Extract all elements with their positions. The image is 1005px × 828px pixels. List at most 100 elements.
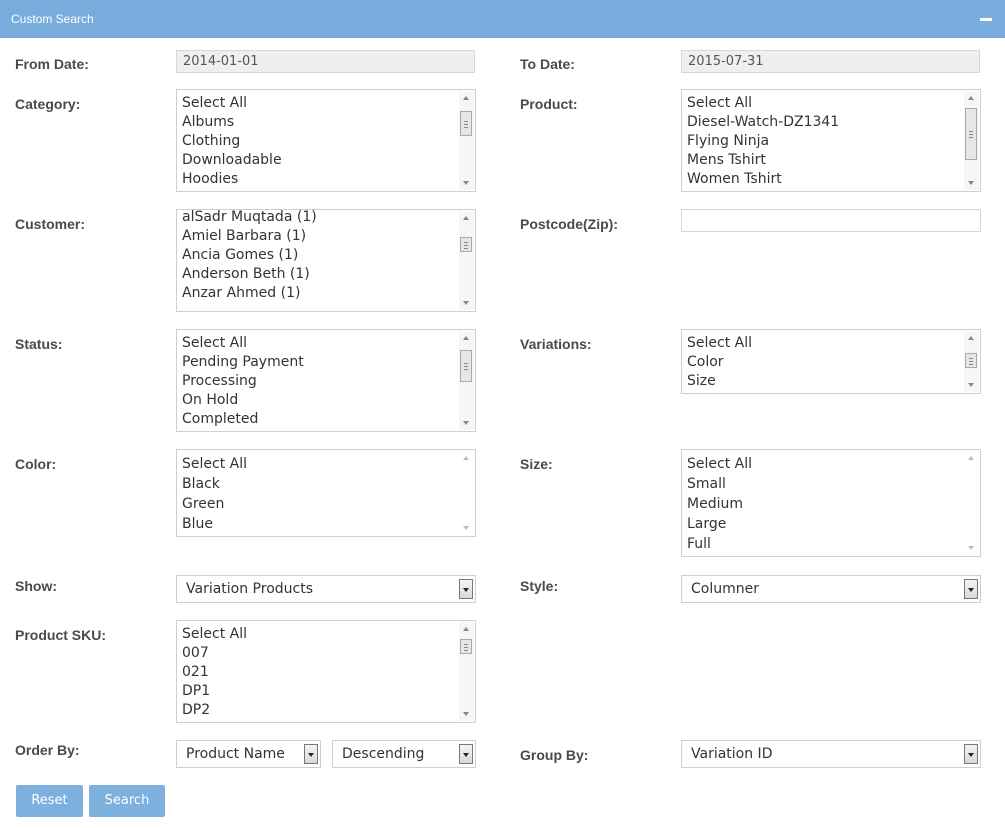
product-sku-listbox[interactable]: Select All 007 021 DP1 DP2 xyxy=(176,620,476,723)
from-date-input[interactable]: 2014-01-01 xyxy=(176,50,475,73)
list-item[interactable]: Albums xyxy=(182,113,457,132)
list-item[interactable]: DP2 xyxy=(182,701,457,720)
list-item[interactable]: Select All xyxy=(182,94,457,113)
group-by-select-value: Variation ID xyxy=(691,746,773,762)
scroll-up-icon[interactable] xyxy=(463,216,469,220)
dropdown-arrow-icon[interactable] xyxy=(304,744,318,764)
list-item[interactable]: Flying Ninja xyxy=(687,132,962,151)
scroll-up-icon[interactable] xyxy=(463,627,469,631)
list-item[interactable]: 007 xyxy=(182,644,457,663)
list-item[interactable]: Select All xyxy=(182,625,457,644)
show-select[interactable]: Variation Products xyxy=(176,575,476,603)
category-label: Category: xyxy=(15,96,81,112)
list-item[interactable]: Small xyxy=(687,474,962,494)
scrollbar[interactable] xyxy=(459,331,474,430)
dropdown-arrow-icon[interactable] xyxy=(964,744,978,764)
reset-button[interactable]: Reset xyxy=(16,785,83,817)
scroll-down-icon[interactable] xyxy=(968,546,974,550)
list-item[interactable]: Size xyxy=(687,372,962,391)
scrollbar[interactable] xyxy=(459,91,474,190)
scrollbar[interactable] xyxy=(964,331,979,392)
list-item[interactable]: Downloadable xyxy=(182,151,457,170)
list-item[interactable]: Hoodies xyxy=(182,170,457,189)
list-item[interactable]: Diesel-Watch-DZ1341 xyxy=(687,113,962,132)
list-item[interactable]: Anzar Ahmed (1) xyxy=(182,284,457,303)
postcode-input[interactable] xyxy=(681,209,981,232)
order-by-field-select[interactable]: Product Name xyxy=(176,740,321,768)
dropdown-arrow-icon[interactable] xyxy=(459,744,473,764)
list-item[interactable]: Select All xyxy=(687,334,962,353)
order-by-label: Order By: xyxy=(15,742,80,758)
dropdown-arrow-icon[interactable] xyxy=(459,579,473,599)
scroll-up-icon[interactable] xyxy=(968,336,974,340)
order-by-direction-select[interactable]: Descending xyxy=(332,740,476,768)
product-listbox[interactable]: Select All Diesel-Watch-DZ1341 Flying Ni… xyxy=(681,89,981,192)
scrollbar[interactable] xyxy=(964,451,979,555)
customer-listbox[interactable]: alSadr Muqtada (1) Amiel Barbara (1) Anc… xyxy=(176,209,476,312)
scrollbar[interactable] xyxy=(964,91,979,190)
list-item[interactable]: Completed xyxy=(182,410,457,429)
scroll-thumb[interactable] xyxy=(965,108,977,160)
list-item[interactable]: Select All xyxy=(182,454,457,474)
list-item[interactable]: Color xyxy=(687,353,962,372)
list-item[interactable]: Pending Payment xyxy=(182,353,457,372)
search-button[interactable]: Search xyxy=(89,785,165,817)
order-by-field-value: Product Name xyxy=(186,746,285,762)
list-item[interactable]: Processing xyxy=(182,372,457,391)
list-item[interactable]: Select All xyxy=(687,94,962,113)
style-select[interactable]: Columner xyxy=(681,575,981,603)
list-item[interactable]: On Hold xyxy=(182,391,457,410)
panel-title: Custom Search xyxy=(11,12,94,26)
product-sku-label: Product SKU: xyxy=(15,627,106,643)
category-listbox[interactable]: Select All Albums Clothing Downloadable … xyxy=(176,89,476,192)
list-item[interactable]: Anderson Beth (1) xyxy=(182,265,457,284)
to-date-input[interactable]: 2015-07-31 xyxy=(681,50,980,73)
list-item[interactable]: Green xyxy=(182,494,457,514)
dropdown-arrow-icon[interactable] xyxy=(964,579,978,599)
scroll-up-icon[interactable] xyxy=(463,336,469,340)
list-item[interactable]: 021 xyxy=(182,663,457,682)
minimize-icon[interactable] xyxy=(980,18,992,21)
scroll-thumb[interactable] xyxy=(460,350,472,382)
variations-listbox[interactable]: Select All Color Size xyxy=(681,329,981,394)
scroll-down-icon[interactable] xyxy=(968,383,974,387)
color-listbox[interactable]: Select All Black Green Blue xyxy=(176,449,476,537)
status-listbox[interactable]: Select All Pending Payment Processing On… xyxy=(176,329,476,432)
status-label: Status: xyxy=(15,336,63,352)
scroll-down-icon[interactable] xyxy=(463,712,469,716)
list-item[interactable]: Ancia Gomes (1) xyxy=(182,246,457,265)
scroll-down-icon[interactable] xyxy=(968,181,974,185)
list-item[interactable]: Women Tshirt xyxy=(687,170,962,189)
list-item[interactable]: Blue xyxy=(182,514,457,534)
scroll-up-icon[interactable] xyxy=(968,456,974,460)
show-select-value: Variation Products xyxy=(186,581,314,597)
scroll-thumb[interactable] xyxy=(460,237,472,252)
scroll-down-icon[interactable] xyxy=(463,301,469,305)
list-item[interactable]: Amiel Barbara (1) xyxy=(182,227,457,246)
list-item[interactable]: Mens Tshirt xyxy=(687,151,962,170)
scroll-down-icon[interactable] xyxy=(463,421,469,425)
list-item[interactable]: Medium xyxy=(687,494,962,514)
list-item[interactable]: Full xyxy=(687,534,962,554)
list-item[interactable]: Black xyxy=(182,474,457,494)
scrollbar[interactable] xyxy=(459,622,474,721)
list-item[interactable]: DP1 xyxy=(182,682,457,701)
list-item[interactable]: Select All xyxy=(687,454,962,474)
scroll-down-icon[interactable] xyxy=(463,181,469,185)
scroll-up-icon[interactable] xyxy=(463,456,469,460)
group-by-select[interactable]: Variation ID xyxy=(681,740,981,768)
scrollbar[interactable] xyxy=(459,451,474,535)
scroll-thumb[interactable] xyxy=(965,353,977,368)
list-item[interactable]: Large xyxy=(687,514,962,534)
scroll-down-icon[interactable] xyxy=(463,526,469,530)
list-item[interactable]: Clothing xyxy=(182,132,457,151)
scroll-up-icon[interactable] xyxy=(968,96,974,100)
list-item[interactable]: Select All xyxy=(182,334,457,353)
scroll-thumb[interactable] xyxy=(460,111,472,136)
scroll-up-icon[interactable] xyxy=(463,96,469,100)
size-listbox[interactable]: Select All Small Medium Large Full xyxy=(681,449,981,557)
show-label: Show: xyxy=(15,578,57,594)
scroll-thumb[interactable] xyxy=(460,639,472,654)
scrollbar[interactable] xyxy=(459,211,474,310)
list-item[interactable]: alSadr Muqtada (1) xyxy=(182,210,457,227)
